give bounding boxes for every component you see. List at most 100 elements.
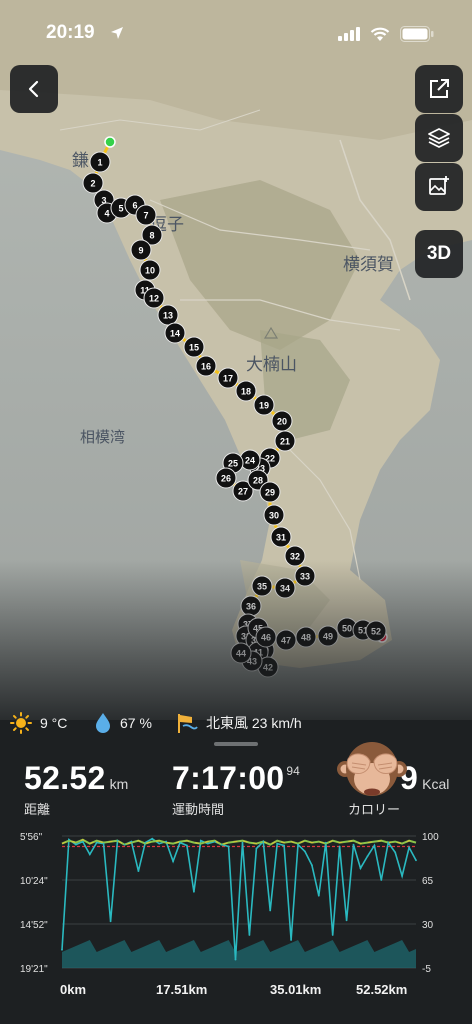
km-marker[interactable]: 31 — [270, 526, 292, 548]
pace-point — [345, 919, 348, 922]
pace-point — [151, 837, 154, 840]
pace-point — [262, 840, 265, 843]
temperature-item: 9 °C — [10, 712, 67, 734]
status-time: 20:19 — [46, 22, 95, 43]
pace-point — [415, 859, 417, 862]
pace-point — [276, 842, 279, 845]
pace-point — [123, 843, 126, 846]
distance-label: 距離 — [24, 803, 51, 818]
water-drop-icon — [96, 713, 110, 733]
duration-stat: 7:17:00 94 運動時間 — [172, 760, 300, 818]
pace-point — [165, 840, 168, 843]
km-marker[interactable]: 14 — [164, 322, 186, 344]
km-marker[interactable]: 10 — [139, 259, 161, 281]
pace-point — [68, 838, 70, 841]
calories-unit: Kcal — [422, 776, 450, 792]
pace-point — [352, 843, 355, 846]
workout-detail-screen: 鎌 逗子 横須賀 大楠山 相模湾 1 2 3 4 5 6 7 8 9 10 11 12 13 14 15 16… — [0, 0, 472, 1024]
distance-stat: 52.52 km 距離 — [24, 760, 128, 818]
pace-point — [269, 909, 272, 912]
x-axis-tick-0: 0km — [60, 982, 87, 997]
y-axis-right-tick: 30 — [422, 920, 434, 931]
pace-point — [311, 864, 313, 867]
wind-value: 北東風 23 km/h — [206, 715, 302, 731]
km-marker[interactable]: 17 — [217, 367, 239, 389]
pace-point — [88, 853, 91, 856]
pace-point — [324, 841, 327, 844]
location-arrow-icon — [111, 27, 123, 39]
pace-point — [234, 958, 237, 961]
pace-point — [408, 846, 410, 849]
pace-point — [116, 839, 119, 842]
sheet-drag-handle[interactable] — [214, 742, 258, 746]
see-no-evil-monkey-icon — [337, 742, 407, 796]
km-marker[interactable]: 20 — [271, 410, 293, 432]
km-marker[interactable]: 30 — [263, 504, 285, 526]
pace-point — [227, 845, 230, 848]
km-marker[interactable]: 29 — [259, 481, 281, 503]
pace-point — [304, 850, 306, 853]
km-marker[interactable]: 16 — [195, 355, 217, 377]
pace-point — [297, 843, 299, 846]
pace-point — [373, 844, 376, 847]
pace-point — [158, 842, 161, 845]
distance-unit: km — [109, 776, 129, 792]
x-axis-tick-2: 35.01km — [270, 982, 322, 997]
pace-point — [199, 839, 202, 842]
pace-point — [193, 890, 195, 893]
pace-point — [331, 934, 334, 936]
km-marker[interactable]: 7 — [135, 204, 157, 226]
pace-point — [220, 843, 223, 846]
pace-point — [366, 855, 369, 858]
map-fade-overlay — [0, 560, 472, 720]
pace-point — [61, 948, 63, 951]
pace-point — [317, 894, 320, 897]
toggle-3d-button[interactable]: 3D — [415, 230, 463, 278]
share-icon — [430, 79, 449, 98]
pace-point — [241, 841, 244, 844]
y-axis-left-tick: 5'56" — [20, 832, 43, 843]
km-marker[interactable]: 21 — [274, 430, 296, 452]
pace-point — [144, 841, 147, 844]
km-marker[interactable]: 18 — [235, 380, 257, 402]
pace-point — [359, 867, 362, 870]
temperature-value: 9 °C — [40, 715, 68, 731]
battery-icon — [400, 26, 434, 42]
km-marker[interactable]: 19 — [253, 394, 275, 416]
pace-point — [248, 934, 251, 936]
route-map[interactable]: 鎌 逗子 横須賀 大楠山 相模湾 1 2 3 4 5 6 7 8 9 10 11 12 13 14 15 16… — [0, 0, 472, 720]
pace-point — [75, 843, 77, 846]
pace-point — [206, 842, 209, 845]
pace-point — [179, 841, 181, 844]
map-layers-button[interactable] — [415, 114, 463, 162]
wind-flag-icon — [178, 714, 198, 733]
y-axis-left-tick: 14'52" — [20, 920, 48, 931]
y-axis-left-tick: 19'21" — [20, 964, 48, 975]
pace-point — [283, 844, 285, 847]
wifi-icon — [370, 27, 390, 41]
y-axis-right-tick: 65 — [422, 876, 434, 887]
distance-value: 52.52 — [24, 760, 106, 796]
pace-point — [95, 841, 98, 844]
back-button[interactable] — [10, 65, 58, 113]
pace-point — [380, 879, 383, 881]
weather-row: 9 °C 67 % 北東風 23 km/h — [0, 706, 472, 736]
pace-point — [137, 870, 140, 872]
km-marker[interactable]: 15 — [183, 336, 205, 358]
pace-point — [130, 840, 133, 843]
pace-point — [387, 841, 390, 844]
pace-point — [213, 840, 216, 843]
pace-point — [394, 851, 397, 854]
duration-fraction: 94 — [286, 764, 300, 778]
y-axis-right-tick: 100 — [422, 832, 439, 843]
km-marker[interactable]: 1 — [89, 151, 111, 173]
km-marker[interactable]: 9 — [130, 239, 152, 261]
share-button[interactable] — [415, 65, 463, 113]
y-axis-right-tick: -5 — [422, 964, 431, 975]
x-axis-tick-3: 52.52km — [356, 982, 408, 997]
chevron-left-icon — [28, 80, 39, 98]
add-photo-button[interactable] — [415, 163, 463, 211]
pace-point — [290, 939, 292, 941]
pace-point — [401, 875, 403, 877]
cellular-signal-icon — [338, 27, 360, 41]
